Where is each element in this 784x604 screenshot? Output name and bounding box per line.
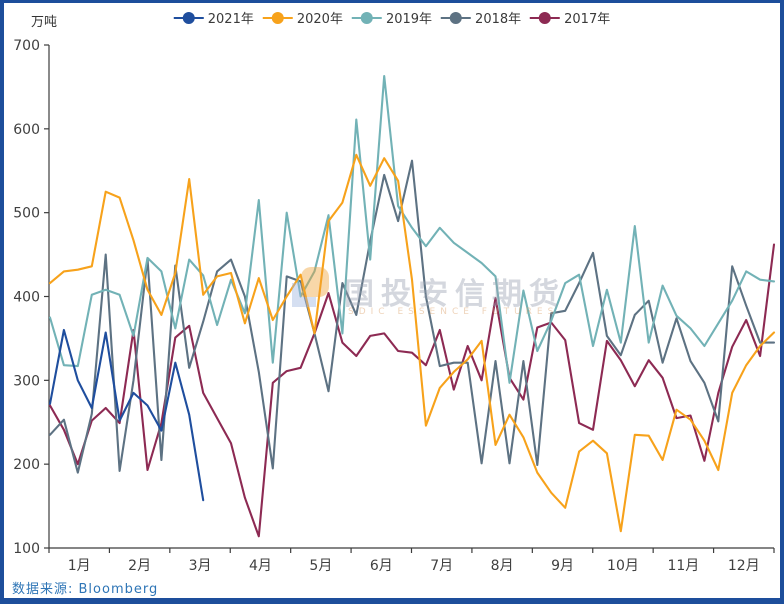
chart-page: 万吨 2021年2020年2019年2018年2017年 10020030040… [0,0,784,604]
series-line-2019[interactable] [50,76,774,383]
x-month-label: 8月 [491,558,514,574]
line-chart: 100 200 300 400 500 600 700 1月 2月 3月 4月 5月 6月 7月 8月 9月 1… [4,3,784,604]
y-tick-label: 400 [13,290,40,306]
y-tick-label: 100 [13,541,40,557]
x-month-label: 5月 [309,558,332,574]
y-tick-label: 200 [13,457,40,473]
x-month-label: 3月 [189,558,212,574]
series-line-2021[interactable] [50,330,203,500]
x-month-label: 11月 [667,558,699,574]
x-month-label: 6月 [370,558,393,574]
series-line-2020[interactable] [50,155,774,531]
x-month-label: 9月 [551,558,574,574]
x-month-label: 1月 [68,558,91,574]
y-tick-label: 500 [13,206,40,222]
data-source-label: 数据来源: Bloomberg [12,578,158,597]
x-month-label: 2月 [128,558,151,574]
x-month-label: 4月 [249,558,272,574]
y-tick-label: 600 [13,122,40,138]
x-month-label: 10月 [607,558,639,574]
x-month-label: 7月 [430,558,453,574]
y-tick-label: 300 [13,373,40,389]
x-month-label: 12月 [728,558,760,574]
y-tick-label: 700 [13,38,40,54]
